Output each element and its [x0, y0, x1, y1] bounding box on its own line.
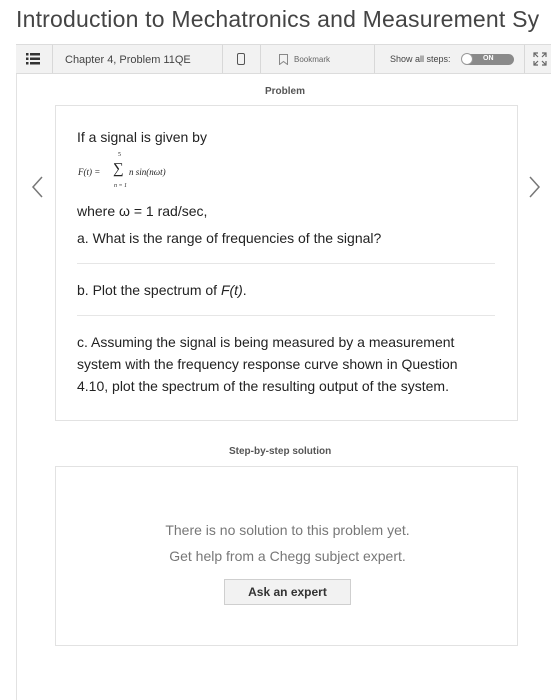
signal-formula: F(t) = 5 ∑ n sin(nωt) n = 1: [78, 148, 198, 198]
formula-lower-limit: n = 1: [114, 183, 128, 189]
expand-icon[interactable]: [533, 52, 547, 66]
show-steps-toggle[interactable]: ON: [461, 53, 514, 65]
toggle-knob: [461, 53, 473, 65]
problem-section-label: Problem: [265, 86, 306, 97]
expert-help-message: Get help from a Chegg subject expert.: [169, 548, 406, 564]
divider: [77, 263, 495, 264]
formula-lhs: F(t) =: [78, 167, 101, 177]
book-title: Introduction to Mechatronics and Measure…: [16, 6, 540, 32]
toolbar: Chapter 4, Problem 11QE Bookmark Show al…: [16, 44, 551, 74]
toolbar-divider: [524, 45, 525, 73]
toggle-state-label: ON: [483, 55, 494, 62]
bookmark-icon[interactable]: [279, 54, 288, 65]
part-b-suffix: .: [242, 282, 247, 298]
list-icon[interactable]: [26, 53, 40, 65]
solution-section-label: Step-by-step solution: [229, 446, 332, 457]
divider: [77, 315, 495, 316]
chevron-left-icon[interactable]: [31, 176, 45, 198]
ask-an-expert-button[interactable]: Ask an expert: [224, 579, 351, 605]
solution-card: There is no solution to this problem yet…: [55, 466, 518, 646]
chevron-right-icon[interactable]: [527, 176, 541, 198]
sigma-symbol: ∑: [113, 161, 124, 177]
problem-intro: If a signal is given by: [77, 129, 207, 145]
problem-part-a: a. What is the range of frequencies of t…: [77, 230, 382, 246]
formula-upper-limit: 5: [118, 152, 121, 158]
formula-summand: n sin(nωt): [129, 167, 166, 177]
toolbar-divider: [222, 45, 223, 73]
part-b-prefix: b. Plot the spectrum of: [77, 282, 221, 298]
no-solution-message: There is no solution to this problem yet…: [165, 522, 410, 538]
problem-part-c: c. Assuming the signal is being measured…: [77, 334, 458, 394]
problem-card: If a signal is given by F(t) = 5 ∑ n sin…: [55, 105, 518, 421]
toolbar-divider: [374, 45, 375, 73]
toolbar-divider: [260, 45, 261, 73]
toolbar-divider: [52, 45, 53, 73]
part-b-function: F(t): [220, 282, 243, 298]
bookmark-button[interactable]: Bookmark: [294, 55, 330, 64]
show-all-steps-label: Show all steps:: [390, 54, 451, 64]
problem-where: where ω = 1 rad/sec,: [77, 203, 208, 219]
mobile-icon[interactable]: [237, 53, 245, 65]
problem-part-b: b. Plot the spectrum of F(t).: [77, 279, 247, 301]
chapter-problem-selector[interactable]: Chapter 4, Problem 11QE: [65, 54, 191, 66]
